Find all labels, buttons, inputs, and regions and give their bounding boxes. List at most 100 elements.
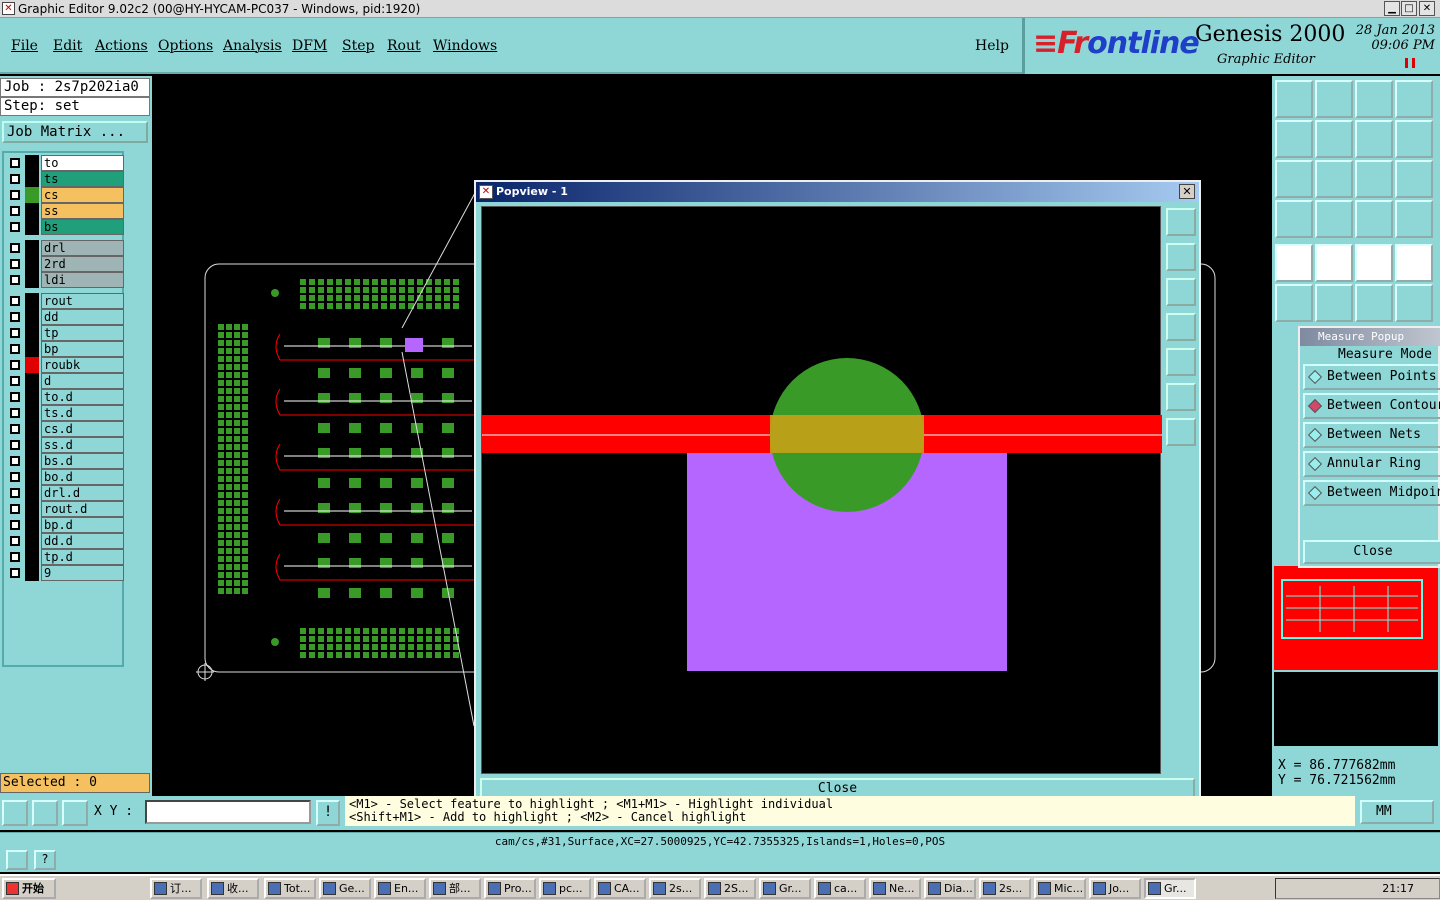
taskbar-item[interactable]: Tot... (264, 878, 316, 899)
taskbar-item[interactable]: ca... (814, 878, 866, 899)
taskbar-item[interactable]: 订... (150, 878, 202, 899)
measure-popup-title[interactable]: Measure Popup (1300, 328, 1440, 346)
measure-option-between-points[interactable]: Between Points (1303, 364, 1440, 390)
layer-name[interactable]: ts.d (41, 405, 124, 421)
menu-file[interactable]: File (11, 38, 38, 54)
layer-checkbox[interactable] (10, 504, 20, 514)
layer-name[interactable]: bs.d (41, 453, 124, 469)
layer-row-tp-d[interactable]: tp.d (6, 549, 124, 565)
popview-title-bar[interactable]: ✕ Popview - 1 (476, 182, 1199, 202)
layer-checkbox[interactable] (10, 259, 20, 269)
center-icon[interactable] (1315, 160, 1353, 198)
popview-pan-up-icon[interactable] (1166, 243, 1196, 271)
popview-zoom-in-icon[interactable] (1166, 208, 1196, 236)
layer-row-ss-d[interactable]: ss.d (6, 437, 124, 453)
menu-actions[interactable]: Actions (95, 38, 148, 54)
layer-name[interactable]: roubk (41, 357, 124, 373)
taskbar-item[interactable]: Gr... (759, 878, 811, 899)
layer-name[interactable]: bo.d (41, 469, 124, 485)
layer-checkbox[interactable] (10, 440, 20, 450)
popview-zoom-out-icon[interactable] (1166, 418, 1196, 446)
taskbar-item[interactable]: Pro... (484, 878, 536, 899)
close-window-button[interactable]: ✕ (1419, 1, 1435, 16)
layer-checkbox[interactable] (10, 408, 20, 418)
home-icon[interactable] (1355, 80, 1393, 118)
layer-checkbox[interactable] (10, 552, 20, 562)
start-button[interactable]: 开始 (2, 878, 56, 899)
layer-row-cs-d[interactable]: cs.d (6, 421, 124, 437)
layer-checkbox[interactable] (10, 344, 20, 354)
taskbar-item[interactable]: Dia... (924, 878, 976, 899)
job-matrix-button[interactable]: Job Matrix ... (2, 121, 148, 143)
menu-step[interactable]: Step (342, 38, 374, 54)
cross-icon[interactable] (1315, 284, 1353, 322)
maximize-button[interactable]: □ (1401, 1, 1417, 16)
pan-down-icon[interactable] (1315, 80, 1353, 118)
ratio-icon[interactable] (1355, 160, 1393, 198)
layer-row-dd-d[interactable]: dd.d (6, 533, 124, 549)
taskbar-item[interactable]: Mic... (1034, 878, 1086, 899)
layer-checkbox[interactable] (10, 275, 20, 285)
layer-name[interactable]: ss (41, 203, 124, 219)
taskbar-item[interactable]: 2s... (979, 878, 1031, 899)
layer-row-tp[interactable]: tp (6, 325, 124, 341)
measure-close-button[interactable]: Close (1303, 540, 1440, 564)
layer-checkbox[interactable] (10, 190, 20, 200)
layer-name[interactable]: ss.d (41, 437, 124, 453)
layer-row-roubk[interactable]: roubk (6, 357, 124, 373)
layer-row-ts[interactable]: ts (6, 171, 124, 187)
overview-map[interactable] (1274, 566, 1438, 670)
layer-checkbox[interactable] (10, 296, 20, 306)
layer-name[interactable]: rout (41, 293, 124, 309)
layer-name[interactable]: rout.d (41, 501, 124, 517)
layer-row-bp-d[interactable]: bp.d (6, 517, 124, 533)
layer-checkbox[interactable] (10, 158, 20, 168)
layer-checkbox[interactable] (10, 424, 20, 434)
layer-row-ts-d[interactable]: ts.d (6, 405, 124, 421)
layer-name[interactable]: d (41, 373, 124, 389)
layer-checkbox[interactable] (10, 536, 20, 546)
xy-input[interactable] (145, 800, 311, 824)
fit-icon[interactable] (1275, 160, 1313, 198)
layer-name[interactable]: bp.d (41, 517, 124, 533)
taskbar-item[interactable]: En... (374, 878, 426, 899)
ruler-icon[interactable] (1355, 244, 1393, 282)
layer-checkbox[interactable] (10, 174, 20, 184)
measure-option-annular-ring[interactable]: Annular Ring (1303, 451, 1440, 477)
taskbar-item[interactable]: Ne... (869, 878, 921, 899)
layer-checkbox[interactable] (10, 206, 20, 216)
taskbar-item[interactable]: 2S... (704, 878, 756, 899)
layer-row-drl[interactable]: drl (6, 240, 124, 256)
pan-left-icon[interactable] (1275, 120, 1313, 158)
layer-row-d[interactable]: d (6, 373, 124, 389)
popview-pan-down-icon[interactable] (1166, 278, 1196, 306)
layer-row-to[interactable]: to (6, 155, 124, 171)
taskbar-item[interactable]: Ge... (319, 878, 371, 899)
layer-name[interactable]: tp (41, 325, 124, 341)
point-icon[interactable] (1355, 284, 1393, 322)
layer-name[interactable]: to (41, 155, 124, 171)
print-icon[interactable] (6, 850, 28, 870)
layer-name[interactable]: dd.d (41, 533, 124, 549)
layer-checkbox[interactable] (10, 243, 20, 253)
query-icon[interactable] (1395, 160, 1433, 198)
move-icon[interactable] (1315, 244, 1353, 282)
layer-checkbox[interactable] (10, 472, 20, 482)
layer-name[interactable]: drl (41, 240, 124, 256)
circle-icon[interactable] (1395, 244, 1433, 282)
layer-row-to-d[interactable]: to.d (6, 389, 124, 405)
taskbar-item[interactable]: Jo... (1089, 878, 1141, 899)
pan-right-icon[interactable] (1315, 120, 1353, 158)
menu-dfm[interactable]: DFM (292, 38, 327, 54)
layer-row-bs-d[interactable]: bs.d (6, 453, 124, 469)
layer-checkbox[interactable] (10, 328, 20, 338)
popview-close-icon[interactable]: ✕ (1179, 184, 1195, 199)
layer-row-dd[interactable]: dd (6, 309, 124, 325)
layer-name[interactable]: cs.d (41, 421, 124, 437)
select-icon[interactable] (1275, 244, 1313, 282)
menu-rout[interactable]: Rout (387, 38, 421, 54)
minimize-button[interactable]: ▁ (1384, 1, 1400, 16)
layer-name[interactable]: drl.d (41, 485, 124, 501)
snap-settings-icon[interactable] (1275, 200, 1313, 238)
layer-name[interactable]: cs (41, 187, 124, 203)
